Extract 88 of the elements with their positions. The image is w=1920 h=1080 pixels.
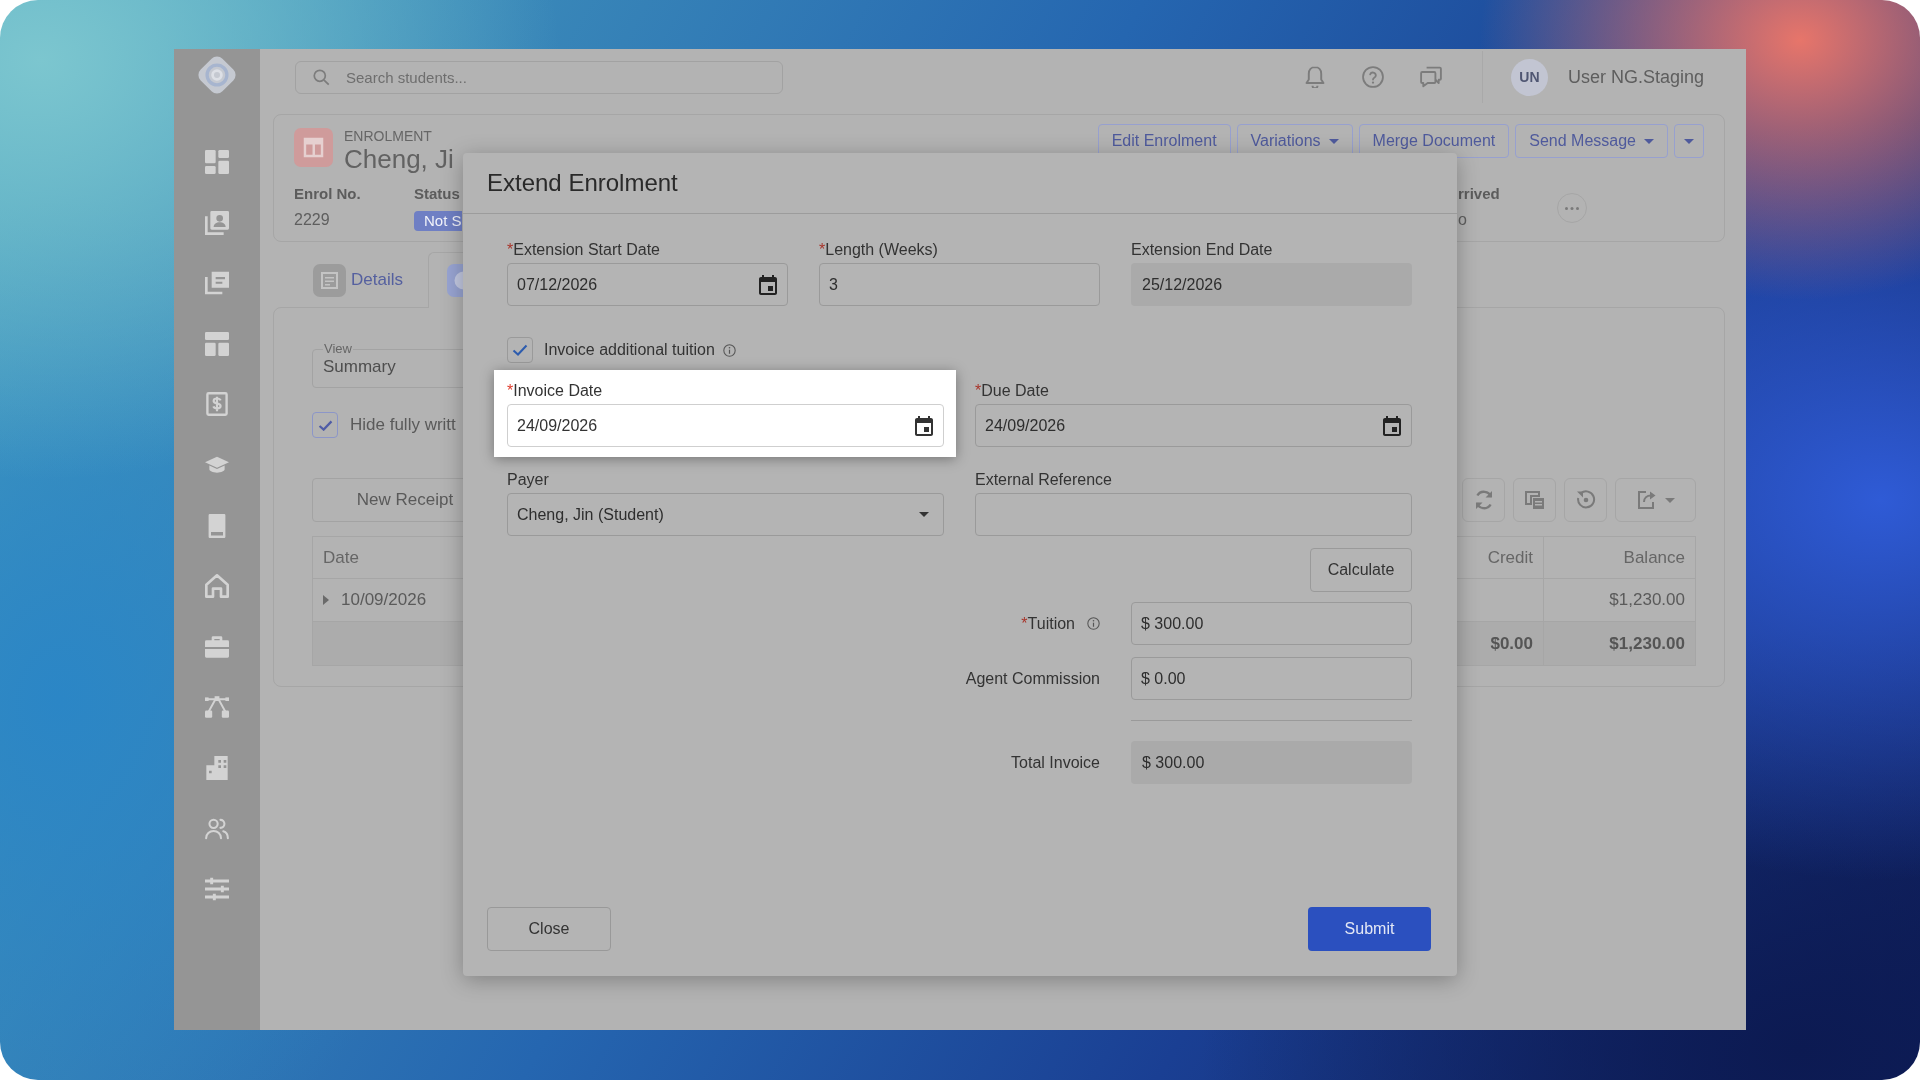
column-header: Balance	[1543, 537, 1695, 578]
field-value: o	[1458, 210, 1468, 230]
date-field[interactable]: 24/09/2026	[507, 404, 944, 447]
field-label: Payer	[507, 470, 550, 490]
export-icon	[1636, 490, 1657, 510]
info-icon[interactable]	[722, 343, 736, 357]
caret-icon[interactable]	[919, 512, 929, 517]
submit-button[interactable]: Submit	[1308, 907, 1431, 951]
readonly-field: 25/12/2026	[1131, 263, 1412, 306]
table-cell: $0.00	[1490, 633, 1533, 654]
student-name: Cheng, Ji	[344, 144, 454, 174]
readonly-field: $ 300.00	[1131, 741, 1412, 784]
chat-bubbles-icon[interactable]	[1419, 66, 1442, 88]
home-icon[interactable]	[205, 574, 229, 599]
field-label: *Tuition	[1021, 614, 1075, 633]
dollar-coin-icon	[446, 264, 465, 297]
column-header: Credit	[1486, 546, 1534, 569]
dropdown-button[interactable]	[1674, 124, 1704, 158]
field-label: Status	[414, 185, 461, 203]
amount-field[interactable]: $ 0.00	[1131, 657, 1412, 700]
record-type-label: ENROLMENT	[344, 128, 433, 144]
action-button[interactable]: Send Message	[1515, 124, 1668, 158]
field-label: *Invoice Date	[507, 381, 604, 401]
contact-card-icon[interactable]	[205, 210, 229, 235]
calculate-button[interactable]: Calculate	[1310, 548, 1412, 592]
caret-icon	[1644, 138, 1654, 144]
export-button[interactable]	[1615, 478, 1696, 522]
sliders-icon[interactable]	[205, 877, 229, 902]
help-icon[interactable]	[1361, 66, 1384, 88]
refresh-button[interactable]	[1462, 478, 1505, 522]
stacked-pages-icon[interactable]	[205, 271, 229, 296]
field-label: *Length (Weeks)	[819, 240, 939, 260]
dialog-title: Extend Enrolment	[487, 169, 678, 197]
user-avatar[interactable]: UN	[1510, 58, 1548, 96]
field-label: Extension End Date	[1131, 240, 1274, 260]
field-label: External Reference	[975, 470, 1113, 490]
refresh-icon	[1473, 490, 1494, 510]
text-field[interactable]: 3	[819, 263, 1100, 306]
people-icon[interactable]	[205, 816, 229, 841]
ellipsis-icon	[1565, 206, 1579, 210]
calendar-icon[interactable]	[759, 274, 777, 295]
close-button[interactable]: Close	[487, 907, 611, 951]
caret-icon	[1664, 497, 1675, 503]
reset-button[interactable]	[1564, 478, 1607, 522]
table-cell: $1,230.00	[1609, 590, 1685, 610]
status-badge: Not S	[414, 211, 462, 231]
field-label: Enrol No.	[294, 185, 362, 203]
field-label: Agent Commission	[965, 669, 1100, 688]
table-cell: $1,230.00	[1609, 633, 1685, 654]
date-field[interactable]: 07/12/2026	[507, 263, 788, 306]
window-document-button[interactable]	[1513, 478, 1556, 522]
caret-icon	[1684, 138, 1694, 144]
amount-field[interactable]: $ 300.00	[1131, 602, 1412, 645]
building-icon[interactable]	[205, 755, 229, 780]
checkbox[interactable]	[312, 412, 338, 438]
expand-caret-icon[interactable]	[323, 595, 329, 605]
vector-nodes-icon[interactable]	[205, 695, 229, 720]
rotate-dot-icon	[1575, 490, 1596, 510]
caret-icon	[1328, 138, 1339, 144]
layout-tile-icon	[294, 128, 333, 167]
user-name[interactable]: User NG.Staging	[1567, 66, 1704, 88]
field-label: rrived	[1458, 185, 1501, 203]
info-icon[interactable]	[1087, 617, 1100, 630]
field-value: 2229	[294, 210, 331, 230]
layout-icon[interactable]	[205, 331, 229, 356]
dollar-document-icon[interactable]	[205, 392, 229, 417]
table-cell: 10/09/2026	[341, 590, 427, 610]
checkbox-label[interactable]: Hide fully writt	[350, 415, 456, 435]
bell-icon[interactable]	[1303, 66, 1326, 88]
window-document-icon	[1524, 490, 1545, 510]
calendar-icon[interactable]	[915, 415, 933, 436]
briefcase-icon[interactable]	[205, 634, 229, 659]
field-label: Total Invoice	[1011, 753, 1100, 772]
checkmark-icon	[317, 419, 333, 431]
tab[interactable]	[427, 252, 466, 308]
calendar-icon[interactable]	[1383, 415, 1401, 436]
checkbox[interactable]	[507, 337, 533, 363]
document-icon	[313, 263, 346, 297]
field-label: *Extension Start Date	[507, 240, 661, 260]
search-icon	[313, 68, 330, 86]
text-field[interactable]	[975, 493, 1412, 536]
date-field[interactable]: 24/09/2026	[975, 404, 1412, 447]
field-label: *Due Date	[975, 381, 1050, 401]
checkbox-label[interactable]: Invoice additional tuition	[544, 341, 715, 359]
column-header: Date	[322, 546, 360, 569]
dropdown-field[interactable]: Cheng, Jin (Student)	[507, 493, 944, 536]
checkmark-icon	[512, 344, 528, 356]
dashboard-icon[interactable]	[205, 150, 229, 174]
